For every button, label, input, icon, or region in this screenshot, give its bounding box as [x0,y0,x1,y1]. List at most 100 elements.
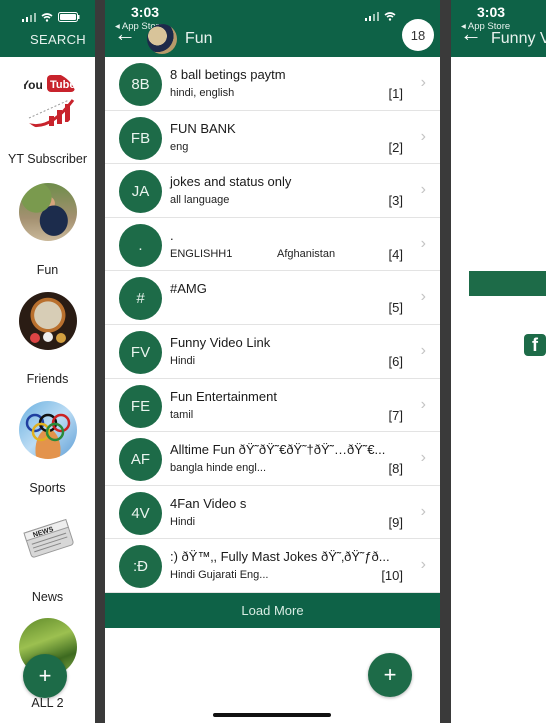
chevron-right-icon: › [420,288,426,306]
add-category-button[interactable]: + [23,654,67,698]
fun-header: 3:03 ◂ App Store ← Fun 18 [105,0,440,57]
group-name: :) ðŸ™‚, Fully Mast Jokes ðŸ˜‚ðŸ˜ƒð... [170,549,390,565]
group-list: 8B 8 ball betings paytm hindi, english [… [105,57,440,593]
olympic-rings-photo [18,401,77,459]
group-index: [8] [388,461,403,477]
category-label: ALL 2 [31,696,64,710]
facebook-share-icon[interactable]: f [524,334,546,356]
list-item[interactable]: AF Alltime Fun ðŸ˜ðŸ˜€ðŸ˜†ðŸ˜…ðŸ˜€... ba… [105,432,440,486]
group-language: Hindi Gujarati Eng... [170,569,269,582]
load-more-button[interactable]: Load More [105,593,440,628]
category-sports[interactable]: Sports [0,401,95,495]
group-index: [1] [388,86,403,101]
group-name: Alltime Fun ðŸ˜ðŸ˜€ðŸ˜†ðŸ˜…ðŸ˜€... [170,442,386,458]
group-index: [9] [388,514,403,530]
list-item[interactable]: :Ð :) ðŸ™‚, Fully Mast Jokes ðŸ˜‚ðŸ˜ƒð..… [105,539,440,593]
category-avatar [147,24,177,54]
group-name: Funny Video Link [170,334,271,350]
group-name: . [170,227,174,243]
group-index: [5] [388,300,403,316]
join-group-button[interactable] [469,271,546,296]
category-label: Sports [29,481,66,495]
page-title: Fun [185,30,213,47]
battery-icon [58,12,80,22]
back-arrow-icon[interactable]: ← [114,23,136,45]
group-language: Hindi [170,354,196,367]
chevron-right-icon: › [420,74,426,91]
signal-icon [365,12,379,21]
group-avatar: . [119,223,162,267]
group-name: #AMG [170,281,207,297]
group-language: tamil [170,408,194,421]
group-avatar: FV [119,330,162,374]
group-index: [7] [388,407,403,423]
categories-screen: SEARCH You Tube YT Subscriber Fun Friend… [0,0,95,723]
group-avatar: 4V [119,491,162,535]
group-name: 8 ball betings paytm [170,67,286,82]
group-language: ENGLISHH1 [170,247,233,260]
search-button[interactable]: SEARCH [30,32,86,47]
list-item[interactable]: # #AMG [5] › [105,271,440,325]
group-avatar: JA [119,170,162,214]
svg-text:Tube: Tube [50,79,75,91]
status-time: 3:03 [477,4,506,20]
youtube-chart-icon: You Tube [18,72,77,130]
group-language: all language [170,194,230,207]
svg-text:You: You [21,78,43,92]
chevron-right-icon: › [420,556,426,574]
category-label: Friends [26,372,69,386]
group-avatar: FB [119,116,162,160]
group-avatar: FE [119,384,162,428]
group-language: bangla hinde engl... [170,462,267,475]
chevron-right-icon: › [420,234,426,252]
chevron-right-icon: › [420,341,426,359]
group-name: 4Fan Video s [170,495,247,511]
list-item[interactable]: JA jokes and status only all language [3… [105,164,440,218]
child-photo [18,183,77,241]
category-yt-subscriber[interactable]: You Tube YT Subscriber [0,72,95,166]
group-index: [3] [388,193,403,209]
list-item[interactable]: FV Funny Video Link Hindi [6] › [105,324,440,379]
add-group-button[interactable]: + [368,653,412,697]
chevron-right-icon: › [420,127,426,145]
status-icons [365,12,396,21]
list-item[interactable]: FB FUN BANK eng [2] › [105,110,440,165]
back-arrow-icon[interactable]: ← [460,23,482,45]
list-item[interactable]: . . ENGLISHH1 Afghanistan [4] › [105,217,440,272]
categories-header: SEARCH [0,0,95,57]
wifi-icon [41,12,53,22]
signal-icon [22,12,36,22]
detail-header: 3:03 ◂ App Store ← Funny Video Link [451,0,546,57]
category-fun[interactable]: Fun [0,183,95,277]
wifi-icon [384,12,396,21]
group-avatar: :Ð [119,545,162,589]
group-avatar: AF [119,438,162,482]
list-item[interactable]: 8B 8 ball betings paytm hindi, english [… [105,57,440,111]
category-label: News [31,590,64,604]
status-time: 3:03 [131,4,160,20]
group-language: Hindi [170,515,196,528]
count-badge[interactable]: 18 [402,19,434,51]
group-language: eng [170,140,189,153]
category-label: Fun [36,263,59,277]
chevron-right-icon: › [420,395,426,413]
group-name: FUN BANK [170,120,236,136]
list-item[interactable]: 4V 4Fan Video s Hindi [9] › [105,485,440,540]
group-index: [4] [388,246,403,262]
group-index: [10] [381,568,403,584]
group-index: [6] [388,353,403,369]
list-item[interactable]: FE Fun Entertainment tamil [7] › [105,378,440,433]
group-name: jokes and status only [170,174,292,190]
chevron-right-icon: › [420,181,426,199]
group-index: [2] [388,139,403,155]
group-country: Afghanistan [277,247,336,260]
group-name: Fun Entertainment [170,388,277,404]
chevron-right-icon: › [420,502,426,520]
status-icons [22,12,80,22]
home-indicator[interactable] [213,713,331,717]
group-language: hindi, english [170,87,235,99]
category-news[interactable]: NEWS News [0,510,95,604]
category-friends[interactable]: Friends [0,292,95,386]
group-avatar: 8B [119,63,162,106]
group-detail-screen: 3:03 ◂ App Store ← Funny Video Link f [451,0,546,723]
